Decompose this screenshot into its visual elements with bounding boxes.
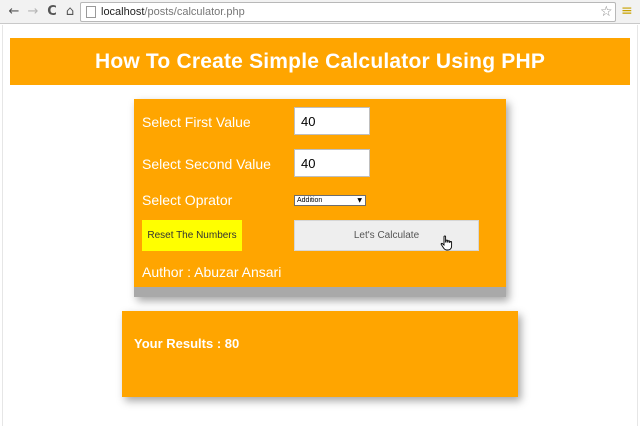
home-icon[interactable]: ⌂ [62,3,78,20]
dropdown-arrow-icon: ▼ [357,197,362,204]
address-bar[interactable]: localhost/posts/calculator.php ☆ [80,2,616,22]
hand-cursor-icon [440,235,453,251]
reset-button[interactable]: Reset The Numbers [142,220,242,251]
first-value-input[interactable] [294,107,370,135]
browser-toolbar: ← → C ⌂ localhost/posts/calculator.php ☆… [0,0,640,24]
operator-selected: Addition [297,197,323,204]
menu-icon[interactable]: ≡ [621,3,633,20]
page-header: How To Create Simple Calculator Using PH… [10,38,630,85]
results-panel: Your Results : 80 [122,311,518,397]
operator-select[interactable]: Addition ▼ [294,195,366,206]
page-title: How To Create Simple Calculator Using PH… [94,50,546,73]
form-footer-bar [134,287,506,297]
author-text: Author : Abuzar Ansari [142,264,282,280]
reload-icon[interactable]: C [44,3,60,20]
url-path: /posts/calculator.php [144,6,245,18]
calculator-form: Select First Value Select Second Value S… [134,99,506,297]
star-icon[interactable]: ☆ [600,3,613,21]
back-icon[interactable]: ← [6,3,22,20]
url-host: localhost [101,6,145,18]
forward-icon[interactable]: → [25,3,41,20]
second-value-label: Select Second Value [142,156,271,172]
operator-label: Select Oprator [142,192,233,208]
page-icon [86,6,96,18]
first-value-label: Select First Value [142,114,251,130]
url-text[interactable]: localhost/posts/calculator.php [101,5,245,19]
results-text: Your Results : 80 [134,336,240,351]
second-value-input[interactable] [294,149,370,177]
